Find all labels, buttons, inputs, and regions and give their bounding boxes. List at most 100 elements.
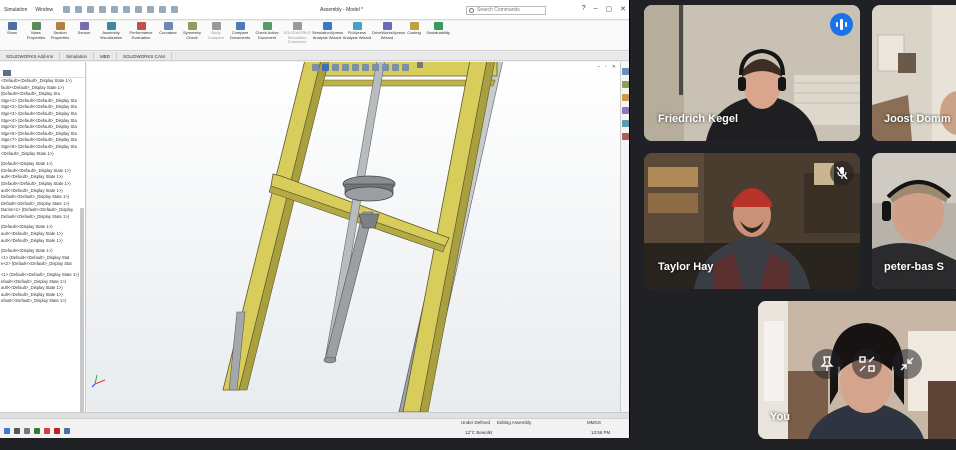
tree-item[interactable]: Default<<Default>_Display State 1>) xyxy=(0,214,85,221)
tree-item[interactable]: efault<<Default>_Display State 1>) xyxy=(0,298,85,305)
file-explorer-icon[interactable] xyxy=(622,107,629,114)
ribbon-button[interactable]: Performance Evaluation xyxy=(126,21,156,40)
menu-window[interactable]: Window xyxy=(35,7,53,13)
ribbon-button[interactable]: Mass Properties xyxy=(24,21,48,40)
ribbon-button[interactable]: DriveWorksXpress Wizard xyxy=(372,21,405,40)
feature-manager-icon[interactable] xyxy=(3,70,11,76)
ribbon-button[interactable]: Check Active Document xyxy=(252,21,282,40)
ribbon-button[interactable]: SOLIDWORKS Simulation Connector xyxy=(282,21,312,45)
tree-item[interactable]: Stge<4> (Default<<Default>_Display Sta xyxy=(0,118,85,125)
ribbon-button[interactable]: Compare Documents xyxy=(228,21,252,40)
taskbar-app-icon[interactable] xyxy=(64,428,70,434)
ribbon-button[interactable]: SimulationXpress Analysis Wizard xyxy=(312,21,343,40)
home-icon[interactable] xyxy=(622,68,629,75)
tree-item[interactable]: ault<<Default>_Display State 1>) xyxy=(0,238,85,245)
appearances-icon[interactable] xyxy=(622,133,629,140)
tree-item[interactable]: <1> (Default<<Default>_Display Stat xyxy=(0,255,85,262)
assembly-model[interactable] xyxy=(87,62,620,412)
view-palette-icon[interactable] xyxy=(622,120,629,127)
tree-item[interactable]: Default<<Default>_Display State 1>) xyxy=(0,194,85,201)
tree-item[interactable]: Stge<7> (Default<<Default>_Display Sta xyxy=(0,137,85,144)
tree-item[interactable]: (Default<<Display State 1>) xyxy=(0,224,85,231)
tree-item[interactable]: (Default<<Default>_Display Sta xyxy=(0,91,85,98)
tree-item[interactable]: Stge<3> (Default<<Default>_Display Sta xyxy=(0,111,85,118)
hide-show-icon[interactable] xyxy=(372,64,379,71)
fullscreen-exit-icon[interactable] xyxy=(852,349,882,379)
pin-icon[interactable] xyxy=(63,6,71,13)
zoom-to-fit-icon[interactable] xyxy=(312,64,319,71)
ribbon-button[interactable]: Costing xyxy=(402,21,426,36)
restore-window-icon[interactable]: ▢ xyxy=(606,5,613,13)
participant-tile[interactable]: Taylor Hay xyxy=(644,153,860,289)
tree-item[interactable]: Stge<1> (Default<<Default>_Display Sta xyxy=(0,98,85,105)
tree-item[interactable]: ault<<Default>_Display State 1>) xyxy=(0,292,85,299)
ribbon-button[interactable]: Curvature xyxy=(156,21,180,36)
tree-item[interactable]: Stge<2> (Default<<Default>_Display Sta xyxy=(0,104,85,111)
options-icon[interactable] xyxy=(171,6,179,13)
tree-item[interactable]: ault<<Default>_Display State 1>) xyxy=(0,231,85,238)
solidworks-taskbar-icon[interactable] xyxy=(54,428,60,434)
previous-view-icon[interactable] xyxy=(332,64,339,71)
clock[interactable]: 13:56 PM xyxy=(591,430,610,435)
close-window-icon[interactable]: ✕ xyxy=(620,5,626,13)
tree-item[interactable]: ault<<Default>_Display State 1>) xyxy=(0,285,85,292)
pin-icon[interactable] xyxy=(812,349,842,379)
tree-item[interactable]: <Default><Default>_Display State 1>) xyxy=(0,78,85,85)
taskbar-search-icon[interactable] xyxy=(14,428,20,434)
tree-item[interactable]: <Default>_Display State 1>) xyxy=(0,151,85,158)
tree-item[interactable]: ault<<Default>_Display State 1>) xyxy=(0,188,85,195)
tree-item[interactable]: (Default<<Display State 1>) xyxy=(0,248,85,255)
units-status[interactable]: MMGS xyxy=(587,420,601,425)
undo-icon[interactable] xyxy=(123,6,131,13)
tree-item[interactable]: fault><Default>_Display State 1>) xyxy=(0,85,85,92)
ribbon-button[interactable]: Symmetry Check xyxy=(180,21,204,40)
ribbon-button[interactable]: Sensor xyxy=(72,21,96,36)
task-view-icon[interactable] xyxy=(24,428,30,434)
start-icon[interactable] xyxy=(4,428,10,434)
tree-item[interactable]: e<2> (Default<<Default>_Display Stat xyxy=(0,261,85,268)
search-commands-input[interactable]: Search Commands xyxy=(466,6,546,15)
resources-icon[interactable] xyxy=(622,81,629,88)
save-icon[interactable] xyxy=(99,6,107,13)
tree-item[interactable]: ault<<Default>_Display State 1>) xyxy=(0,174,85,181)
participant-tile[interactable]: Joost Domm xyxy=(872,5,956,141)
open-icon[interactable] xyxy=(87,6,95,13)
ribbon-button[interactable]: Show xyxy=(0,21,24,36)
weather-widget[interactable]: 12°C Bewolkt xyxy=(465,430,492,435)
display-style-icon[interactable] xyxy=(362,64,369,71)
self-view-tile[interactable]: You xyxy=(758,301,956,439)
tree-item[interactable]: Damm<1> (Default<<Default>_Display xyxy=(0,207,85,214)
tree-item[interactable]: (Default<<Display State 1>) xyxy=(0,161,85,168)
tree-item[interactable]: (Default<<Default>_Display State 1>) xyxy=(0,168,85,175)
taskbar-app-icon[interactable] xyxy=(34,428,40,434)
ribbon-button[interactable]: Section Properties xyxy=(48,21,72,40)
edit-appearance-icon[interactable] xyxy=(382,64,389,71)
print-icon[interactable] xyxy=(111,6,119,13)
tree-item[interactable]: Stge<8> (Default<<Default>_Display Sta xyxy=(0,144,85,151)
viewport-close-icon[interactable]: ✕ xyxy=(612,64,616,70)
rebuild-icon[interactable] xyxy=(147,6,155,13)
minimize-window-icon[interactable]: – xyxy=(594,5,598,13)
graphics-viewport[interactable]: – ▫ ✕ xyxy=(87,62,620,412)
section-view-icon[interactable] xyxy=(342,64,349,71)
view-orientation-icon[interactable] xyxy=(352,64,359,71)
ribbon-button[interactable]: Body Compare xyxy=(204,21,228,40)
tree-item[interactable]: Stge<6> (Default<<Default>_Display Sta xyxy=(0,131,85,138)
tree-item[interactable]: <1> (Default<<Default>_Display State 1>) xyxy=(0,272,85,279)
tab-addins[interactable]: SOLIDWORKS Add-Ins xyxy=(0,52,61,61)
ribbon-button[interactable]: FloXpress Analysis Wizard xyxy=(342,21,372,40)
tree-item[interactable]: (Default<<Default>_Display State 1>) xyxy=(0,181,85,188)
view-settings-icon[interactable] xyxy=(402,64,409,71)
minimize-icon[interactable] xyxy=(892,349,922,379)
taskbar-app-icon[interactable] xyxy=(44,428,50,434)
viewport-restore-icon[interactable]: ▫ xyxy=(605,64,607,70)
apply-scene-icon[interactable] xyxy=(392,64,399,71)
participant-tile[interactable]: Friedrich Kegel xyxy=(644,5,860,141)
help-icon[interactable]: ? xyxy=(582,5,586,13)
viewport-minimize-icon[interactable]: – xyxy=(597,64,600,70)
tree-item[interactable]: Stge<5> (Default<<Default>_Display Sta xyxy=(0,124,85,131)
tab-cam[interactable]: SOLIDWORKS CAM xyxy=(117,52,172,61)
select-icon[interactable] xyxy=(135,6,143,13)
tree-item[interactable]: efault<<Default>_Display State 1>) xyxy=(0,279,85,286)
file-properties-icon[interactable] xyxy=(159,6,167,13)
